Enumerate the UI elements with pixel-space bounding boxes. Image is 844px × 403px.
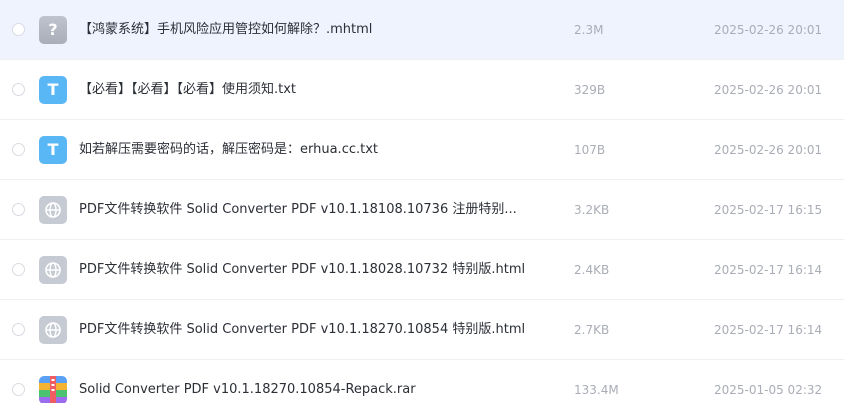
- file-date: 2025-02-17 16:15: [714, 203, 823, 217]
- file-date: 2025-02-26 20:01: [714, 23, 823, 37]
- file-name[interactable]: PDF文件转换软件 Solid Converter PDF v10.1.1802…: [79, 261, 539, 279]
- file-date: 2025-02-26 20:01: [714, 143, 823, 157]
- file-row[interactable]: T 【必看】【必看】【必看】使用须知.txt 329B 2025-02-26 2…: [0, 60, 844, 120]
- file-date: 2025-01-05 02:32: [714, 383, 823, 397]
- row-checkbox[interactable]: [12, 23, 25, 36]
- file-name[interactable]: 【鸿蒙系统】手机风险应用管控如何解除？.mhtml: [79, 21, 539, 39]
- file-name[interactable]: 如若解压需要密码的话，解压密码是：erhua.cc.txt: [79, 141, 539, 159]
- file-row[interactable]: Solid Converter PDF v10.1.18270.10854-Re…: [0, 360, 844, 403]
- row-checkbox[interactable]: [12, 203, 25, 216]
- file-date: 2025-02-17 16:14: [714, 263, 823, 277]
- row-checkbox[interactable]: [12, 263, 25, 276]
- file-size: 329B: [574, 83, 606, 97]
- file-row[interactable]: PDF文件转换软件 Solid Converter PDF v10.1.1810…: [0, 180, 844, 240]
- file-size: 2.7KB: [574, 323, 610, 337]
- txt-file-icon: T: [39, 136, 67, 164]
- file-size: 2.3M: [574, 23, 604, 37]
- file-list: ? 【鸿蒙系统】手机风险应用管控如何解除？.mhtml 2.3M 2025-02…: [0, 0, 844, 403]
- globe-html-icon: [39, 196, 67, 224]
- globe-html-icon: [39, 316, 67, 344]
- row-checkbox[interactable]: [12, 83, 25, 96]
- row-checkbox[interactable]: [12, 383, 25, 396]
- file-row[interactable]: PDF文件转换软件 Solid Converter PDF v10.1.1827…: [0, 300, 844, 360]
- file-row[interactable]: ? 【鸿蒙系统】手机风险应用管控如何解除？.mhtml 2.3M 2025-02…: [0, 0, 844, 60]
- txt-file-icon: T: [39, 76, 67, 104]
- row-checkbox[interactable]: [12, 143, 25, 156]
- file-size: 2.4KB: [574, 263, 610, 277]
- file-name[interactable]: PDF文件转换软件 Solid Converter PDF v10.1.1810…: [79, 201, 539, 219]
- file-date: 2025-02-17 16:14: [714, 323, 823, 337]
- globe-html-icon: [39, 256, 67, 284]
- file-name[interactable]: PDF文件转换软件 Solid Converter PDF v10.1.1827…: [79, 321, 539, 339]
- file-row[interactable]: PDF文件转换软件 Solid Converter PDF v10.1.1802…: [0, 240, 844, 300]
- file-name[interactable]: Solid Converter PDF v10.1.18270.10854-Re…: [79, 381, 539, 399]
- file-size: 133.4M: [574, 383, 619, 397]
- file-row[interactable]: T 如若解压需要密码的话，解压密码是：erhua.cc.txt 107B 202…: [0, 120, 844, 180]
- file-name[interactable]: 【必看】【必看】【必看】使用须知.txt: [79, 81, 539, 99]
- row-checkbox[interactable]: [12, 323, 25, 336]
- file-date: 2025-02-26 20:01: [714, 83, 823, 97]
- file-size: 3.2KB: [574, 203, 610, 217]
- rar-archive-icon: [39, 376, 67, 403]
- file-size: 107B: [574, 143, 606, 157]
- unknown-file-icon: ?: [39, 16, 67, 44]
